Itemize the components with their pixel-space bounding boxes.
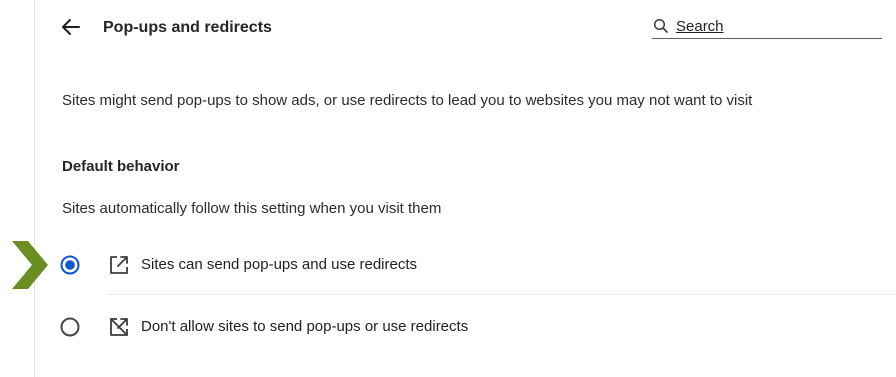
- section-subtitle: Sites automatically follow this setting …: [62, 200, 442, 217]
- radio-allow-popups[interactable]: [60, 255, 80, 275]
- open-in-new-window-icon: [108, 254, 130, 276]
- radio-block-popups[interactable]: [60, 317, 80, 337]
- back-button[interactable]: [58, 16, 84, 42]
- option-block-popups[interactable]: Don't allow sites to send pop-ups or use…: [50, 302, 896, 352]
- option-divider: [108, 294, 896, 295]
- search-input[interactable]: Search: [652, 14, 882, 39]
- section-title: Default behavior: [62, 158, 180, 175]
- page-description: Sites might send pop-ups to show ads, or…: [62, 92, 753, 109]
- page-title: Pop-ups and redirects: [103, 19, 272, 36]
- option-allow-popups[interactable]: Sites can send pop-ups and use redirects: [50, 240, 896, 290]
- option-label: Sites can send pop-ups and use redirects: [141, 256, 417, 273]
- option-label: Don't allow sites to send pop-ups or use…: [141, 318, 469, 335]
- search-icon: [652, 17, 670, 35]
- block-pop-up-icon: [108, 316, 130, 338]
- page-header: Pop-ups and redirects Search: [34, 0, 896, 62]
- arrow-left-icon: [60, 16, 82, 43]
- settings-page: Pop-ups and redirects Search Sites might…: [0, 0, 896, 377]
- pointer-arrow-icon: [12, 241, 48, 289]
- search-placeholder: Search: [676, 17, 724, 35]
